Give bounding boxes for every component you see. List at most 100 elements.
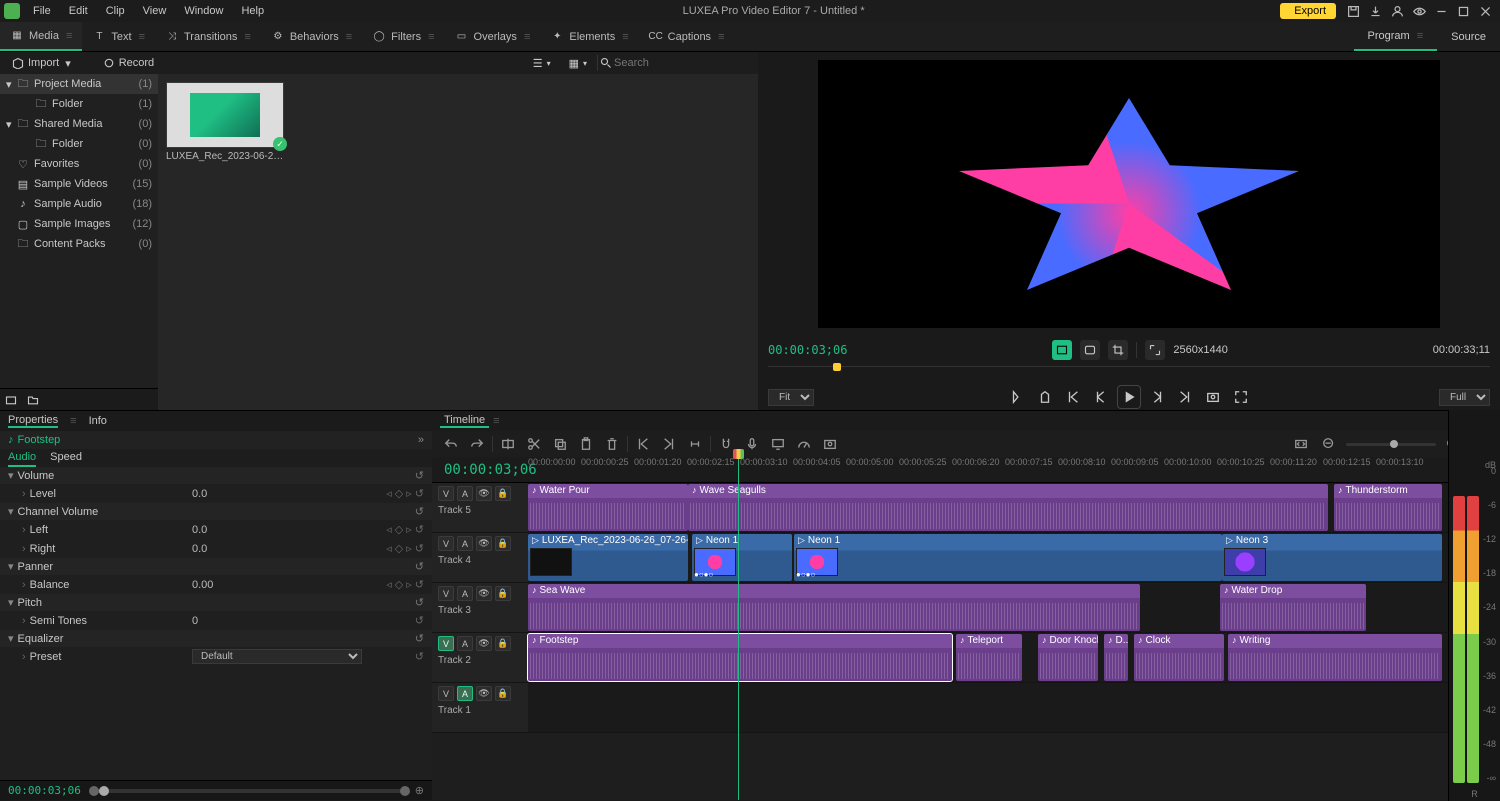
track-header[interactable]: VA👁🔒Track 3 [432, 583, 528, 632]
track-audio-toggle[interactable]: A [457, 636, 473, 651]
media-thumbnail[interactable]: ✓ LUXEA_Rec_2023-06-26_07-26-4... [166, 82, 284, 162]
goto-end-icon[interactable] [1174, 386, 1196, 408]
view-grid-button[interactable]: ▦▾ [561, 55, 595, 72]
track-audio-toggle[interactable]: A [457, 686, 473, 701]
save-icon[interactable] [1342, 0, 1364, 22]
tab-transitions[interactable]: ⤨Transitions≡ [155, 22, 261, 51]
track-lock-toggle[interactable]: 🔒 [495, 586, 511, 601]
menu-edit[interactable]: Edit [60, 2, 97, 20]
tl-zoom-slider[interactable] [1346, 443, 1436, 446]
next-kf-icon[interactable]: ▹ [406, 487, 412, 500]
prev-kf-icon[interactable]: ◃ [386, 578, 392, 591]
menu-clip[interactable]: Clip [97, 2, 134, 20]
track-header[interactable]: VA👁🔒Track 2 [432, 633, 528, 682]
track-video-toggle[interactable]: V [438, 586, 454, 601]
clip[interactable]: ▷Neon 3 [1222, 534, 1442, 581]
add-kf-icon[interactable]: ◇ [395, 578, 403, 591]
cut-icon[interactable] [523, 433, 545, 455]
full-select[interactable]: Full [1439, 389, 1490, 406]
clip[interactable]: ♪Clock [1134, 634, 1224, 681]
track-lane[interactable] [528, 683, 1500, 732]
tab-program[interactable]: Program≡ [1354, 22, 1438, 51]
copy-icon[interactable] [549, 433, 571, 455]
clip[interactable]: ▷LUXEA_Rec_2023-06-26_07-26-41.m... [528, 534, 688, 581]
reset-icon[interactable]: ↺ [415, 578, 424, 591]
minimize-icon[interactable] [1430, 0, 1452, 22]
tree-item[interactable]: ▤Sample Videos(15) [0, 174, 158, 194]
menu-view[interactable]: View [134, 2, 176, 20]
zoom-out-icon[interactable] [1318, 433, 1340, 455]
zoom-fit-icon[interactable] [1290, 433, 1312, 455]
next-kf-icon[interactable]: ▹ [406, 523, 412, 536]
reset-icon[interactable]: ↺ [415, 523, 424, 536]
import-button[interactable]: Import▾ [4, 55, 79, 72]
prop-value[interactable]: 0.0 [192, 543, 292, 555]
eye-icon[interactable] [1408, 0, 1430, 22]
prop-value[interactable]: 0.0 [192, 524, 292, 536]
tree-item[interactable]: 🗀Folder(0) [0, 134, 158, 154]
track-audio-toggle[interactable]: A [457, 486, 473, 501]
step-back-icon[interactable] [1090, 386, 1112, 408]
account-icon[interactable] [1386, 0, 1408, 22]
clip[interactable]: ♪Thunderstorm [1334, 484, 1442, 531]
clip[interactable]: ♪Water Drop [1220, 584, 1366, 631]
search-input[interactable] [614, 57, 754, 69]
camera-icon[interactable] [819, 433, 841, 455]
clip[interactable]: ♪Footstep [528, 634, 952, 681]
tab-overlays[interactable]: ▭Overlays≡ [445, 22, 541, 51]
menu-help[interactable]: Help [232, 2, 273, 20]
tab-source[interactable]: Source [1437, 22, 1500, 51]
mark-in-icon[interactable] [1006, 386, 1028, 408]
reset-icon[interactable]: ↺ [415, 650, 424, 663]
tree-item[interactable]: ▾🗀Shared Media(0) [0, 114, 158, 134]
next-kf-icon[interactable]: ▹ [406, 542, 412, 555]
tree-item[interactable]: 🗀Folder(1) [0, 94, 158, 114]
timeline-ruler[interactable]: 00:00:00:0000:00:00:2500:00:01:2000:00:0… [528, 457, 1500, 482]
new-bin-icon[interactable] [0, 389, 22, 411]
close-icon[interactable] [1474, 0, 1496, 22]
tab-properties[interactable]: Properties [8, 414, 58, 428]
fullscreen-icon[interactable] [1230, 386, 1252, 408]
track-visible-toggle[interactable]: 👁 [476, 686, 492, 701]
track-video-toggle[interactable]: V [438, 686, 454, 701]
reset-icon[interactable]: ↺ [415, 614, 424, 627]
track-lane[interactable]: ♪Footstep♪Teleport♪Door Knock♪D...♪Clock… [528, 633, 1500, 682]
prop-group-header[interactable]: ▾Channel Volume↺ [0, 503, 432, 520]
speed-icon[interactable] [793, 433, 815, 455]
track-lane[interactable]: ▷LUXEA_Rec_2023-06-26_07-26-41.m...▷Neon… [528, 533, 1500, 582]
tab-elements[interactable]: ✦Elements≡ [540, 22, 638, 51]
subtab-speed[interactable]: Speed [50, 449, 82, 467]
prop-value[interactable]: 0.0 [192, 488, 292, 500]
undo-icon[interactable] [440, 433, 462, 455]
tab-media[interactable]: ▦Media≡ [0, 22, 82, 51]
record-button[interactable]: Record [95, 55, 162, 71]
snapshot-icon[interactable] [1202, 386, 1224, 408]
track-header[interactable]: VA👁🔒Track 5 [432, 483, 528, 532]
clip[interactable]: ▷Neon 1●○●○ [692, 534, 792, 581]
delete-icon[interactable] [601, 433, 623, 455]
zoom-in-icon[interactable]: ⊕ [415, 784, 424, 797]
clip[interactable]: ▷Neon 1●○●○ [794, 534, 1222, 581]
tree-item[interactable]: ♡Favorites(0) [0, 154, 158, 174]
menu-window[interactable]: Window [175, 2, 232, 20]
redo-icon[interactable] [466, 433, 488, 455]
track-visible-toggle[interactable]: 👁 [476, 536, 492, 551]
track-video-toggle[interactable]: V [438, 636, 454, 651]
add-kf-icon[interactable]: ◇ [395, 542, 403, 555]
track-audio-toggle[interactable]: A [457, 586, 473, 601]
crop-icon[interactable] [1108, 340, 1128, 360]
split-icon[interactable] [497, 433, 519, 455]
prop-group-header[interactable]: ▾Panner↺ [0, 558, 432, 575]
marker-icon[interactable] [1034, 386, 1056, 408]
track-lock-toggle[interactable]: 🔒 [495, 486, 511, 501]
download-icon[interactable] [1364, 0, 1386, 22]
track-visible-toggle[interactable]: 👁 [476, 486, 492, 501]
new-folder-icon[interactable] [22, 389, 44, 411]
paste-icon[interactable] [575, 433, 597, 455]
add-kf-icon[interactable]: ◇ [395, 523, 403, 536]
fit-select[interactable]: Fit [768, 389, 814, 406]
tab-captions[interactable]: CCCaptions≡ [639, 22, 735, 51]
track-header[interactable]: VA👁🔒Track 1 [432, 683, 528, 732]
goto-start-icon[interactable] [1062, 386, 1084, 408]
loop-icon[interactable] [1080, 340, 1100, 360]
